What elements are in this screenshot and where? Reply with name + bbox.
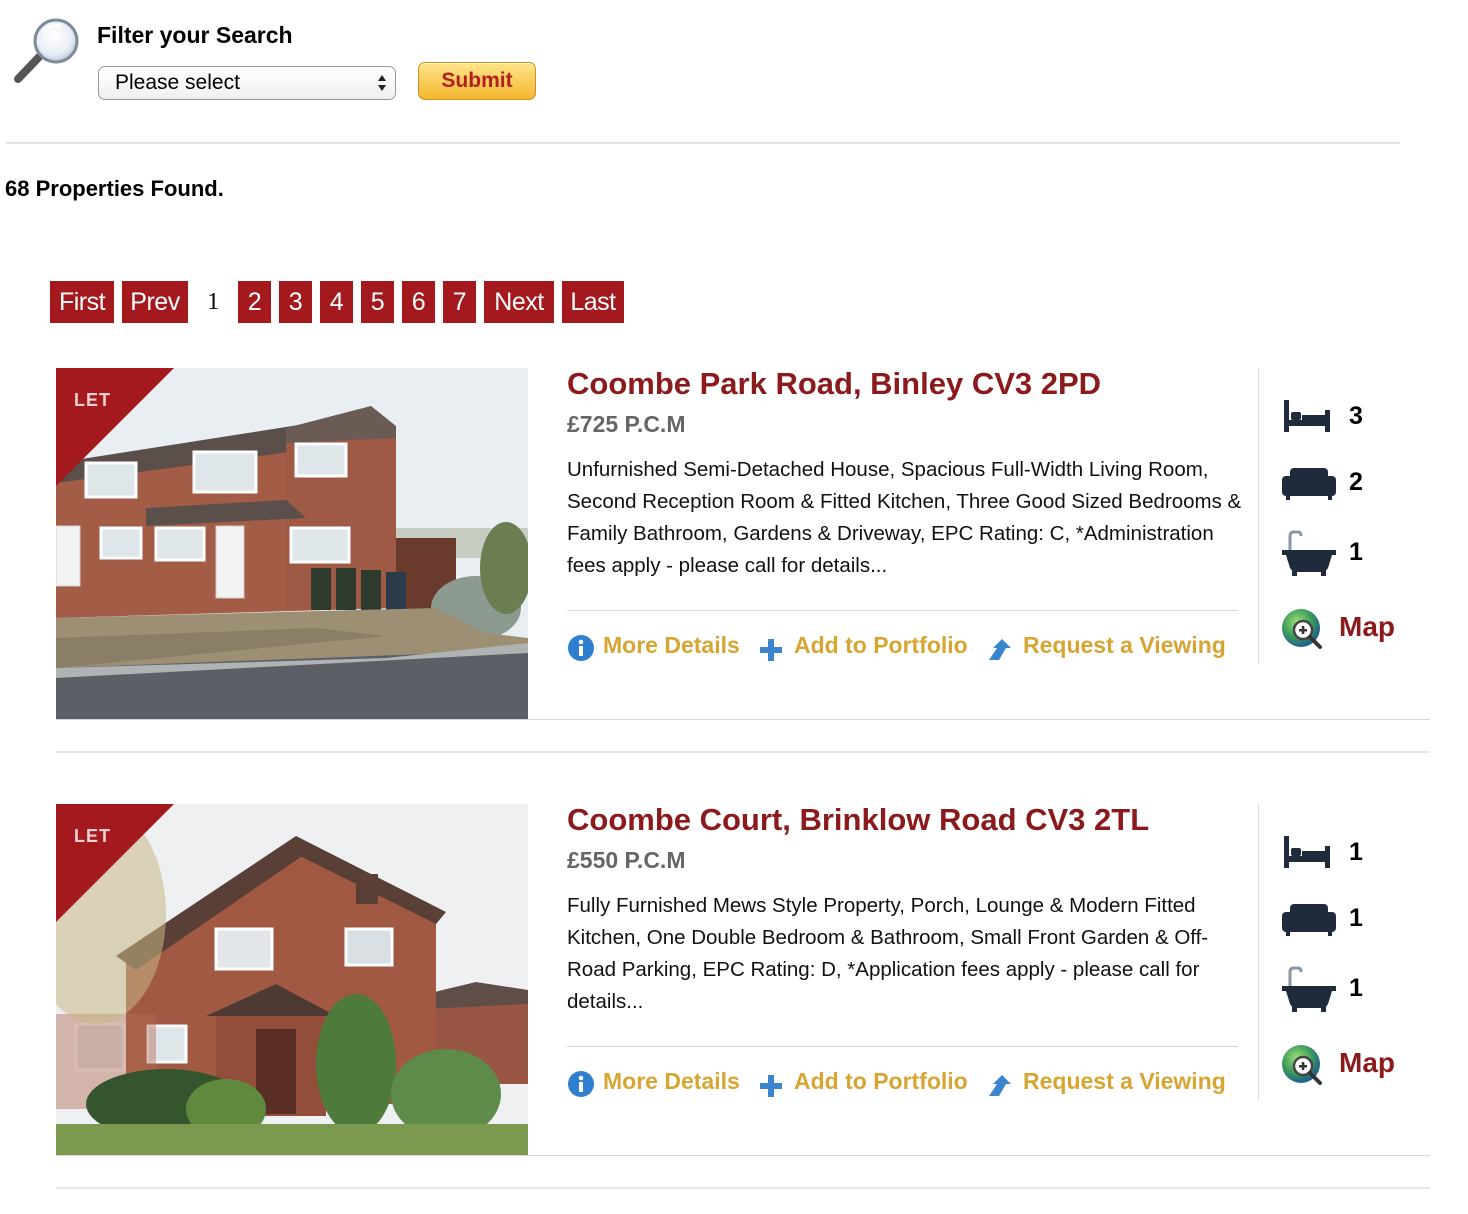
property-description: Fully Furnished Mews Style Property, Por… <box>567 894 1209 1013</box>
property-description: Unfurnished Semi-Detached House, Spaciou… <box>567 458 1242 577</box>
plus-icon <box>760 1075 782 1097</box>
map-icon[interactable] <box>1280 1044 1326 1088</box>
property-title[interactable]: Coombe Court, Brinklow Road CV3 2TL <box>567 802 1149 838</box>
divider <box>6 142 1400 144</box>
sofa-icon <box>1282 468 1336 500</box>
more-details-label: More Details <box>603 1068 740 1094</box>
property-photo[interactable]: LET <box>56 368 528 720</box>
add-to-portfolio-label: Add to Portfolio <box>794 632 968 658</box>
pagination-first[interactable]: First <box>50 281 114 323</box>
pagination-next[interactable]: Next <box>484 281 554 323</box>
let-badge-label: LET <box>74 390 111 410</box>
bedrooms-count: 1 <box>1349 838 1363 866</box>
property-title[interactable]: Coombe Park Road, Binley CV3 2PD <box>567 366 1101 402</box>
divider <box>56 1187 1430 1189</box>
divider <box>567 1046 1238 1047</box>
request-viewing-label: Request a Viewing <box>1023 1068 1226 1094</box>
bathrooms-count: 1 <box>1349 974 1363 1002</box>
receptions-count: 1 <box>1349 904 1363 932</box>
bed-icon <box>1284 400 1330 432</box>
map-link[interactable]: Map <box>1339 1047 1395 1079</box>
filter-title: Filter your Search <box>97 22 293 48</box>
results-count: 68 Properties Found. <box>5 176 224 201</box>
pagination-page-7[interactable]: 7 <box>443 281 476 323</box>
receptions-count: 2 <box>1349 468 1363 496</box>
let-badge <box>56 804 174 922</box>
pagination-page-6[interactable]: 6 <box>402 281 435 323</box>
bathrooms-count: 1 <box>1349 538 1363 566</box>
pagination-current-page: 1 <box>207 289 219 315</box>
request-viewing-label: Request a Viewing <box>1023 632 1226 658</box>
divider <box>567 610 1238 611</box>
filter-select[interactable]: Please select <box>98 66 396 100</box>
more-details-label: More Details <box>603 632 740 658</box>
divider <box>56 719 1430 720</box>
property-price: £725 P.C.M <box>567 411 686 437</box>
filter-select-value: Please select <box>115 71 240 94</box>
submit-button[interactable]: Submit <box>418 62 536 100</box>
add-to-portfolio-label: Add to Portfolio <box>794 1068 968 1094</box>
pagination-prev[interactable]: Prev <box>122 281 188 323</box>
pagination-page-5[interactable]: 5 <box>361 281 394 323</box>
divider <box>56 1155 1430 1156</box>
plus-icon <box>760 639 782 661</box>
divider <box>1258 368 1259 664</box>
property-price: £550 P.C.M <box>567 847 686 873</box>
property-photo[interactable]: LET <box>56 804 528 1156</box>
arrow-up-icon <box>989 1075 1011 1096</box>
pagination-page-4[interactable]: 4 <box>320 281 353 323</box>
pagination-last[interactable]: Last <box>562 281 624 323</box>
map-link[interactable]: Map <box>1339 611 1395 643</box>
info-icon <box>568 1071 594 1097</box>
pagination-page-2[interactable]: 2 <box>238 281 271 323</box>
bedrooms-count: 3 <box>1349 402 1363 430</box>
pagination-page-3[interactable]: 3 <box>279 281 312 323</box>
info-icon <box>568 635 594 661</box>
let-badge-label: LET <box>74 826 111 846</box>
bath-icon <box>1282 530 1336 576</box>
map-icon[interactable] <box>1280 608 1326 652</box>
sofa-icon <box>1282 904 1336 936</box>
let-badge <box>56 368 174 486</box>
arrow-up-icon <box>989 639 1011 660</box>
search-filter: Filter your Search Please select Submit <box>0 0 1468 145</box>
bath-icon <box>1282 966 1336 1012</box>
divider <box>1258 804 1259 1100</box>
divider <box>56 751 1430 753</box>
bed-icon <box>1284 836 1330 868</box>
magnifier-icon <box>14 18 79 83</box>
select-arrows-icon <box>378 75 386 91</box>
